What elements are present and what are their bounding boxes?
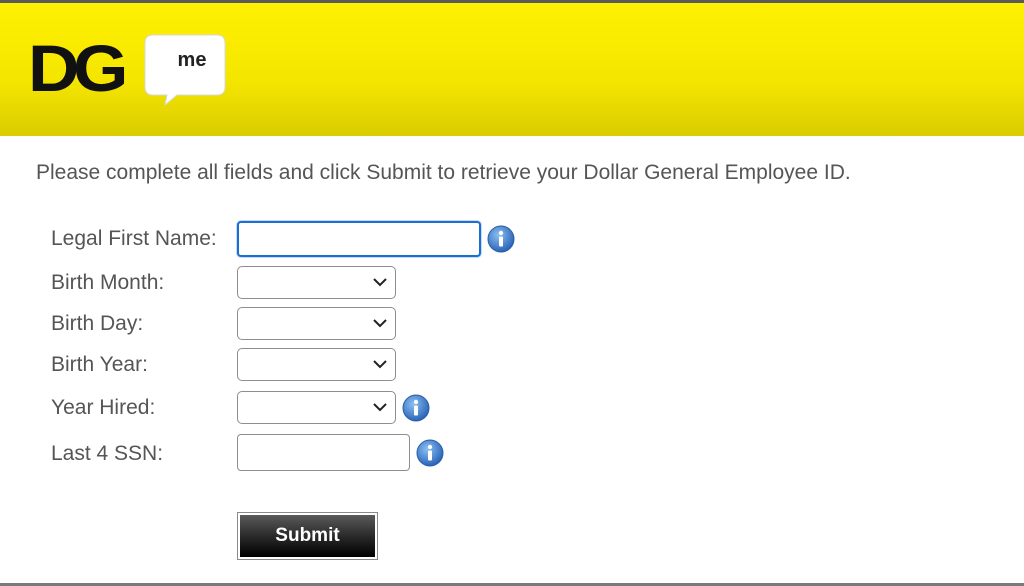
chevron-down-icon <box>373 403 387 412</box>
birth-year-label: Birth Year: <box>51 353 148 376</box>
dg-me-logo: DG me <box>28 31 226 109</box>
info-icon[interactable] <box>402 394 430 422</box>
logo-dg-text: DG <box>28 31 128 105</box>
birth-month-select[interactable] <box>237 266 396 299</box>
chevron-down-icon <box>373 319 387 328</box>
logo-me-text: me <box>177 49 207 71</box>
birth-day-label: Birth Day: <box>51 312 144 335</box>
chevron-down-icon <box>373 278 387 287</box>
ssn-input[interactable] <box>237 434 410 471</box>
birth-year-select[interactable] <box>237 348 396 381</box>
year-hired-label: Year Hired: <box>51 396 156 419</box>
info-icon[interactable] <box>416 439 444 467</box>
submit-button-label: Submit <box>240 515 375 557</box>
birth-month-label: Birth Month: <box>51 271 165 294</box>
first-name-label: Legal First Name: <box>51 227 217 250</box>
info-icon[interactable] <box>487 225 515 253</box>
year-hired-select[interactable] <box>237 391 396 424</box>
header-banner: DG me <box>0 3 1024 136</box>
instructions-text: Please complete all fields and click Sub… <box>36 161 851 184</box>
birth-day-select[interactable] <box>237 307 396 340</box>
submit-button[interactable]: Submit <box>237 512 378 560</box>
first-name-input[interactable] <box>237 221 481 257</box>
chevron-down-icon <box>373 360 387 369</box>
ssn-label: Last 4 SSN: <box>51 442 164 465</box>
